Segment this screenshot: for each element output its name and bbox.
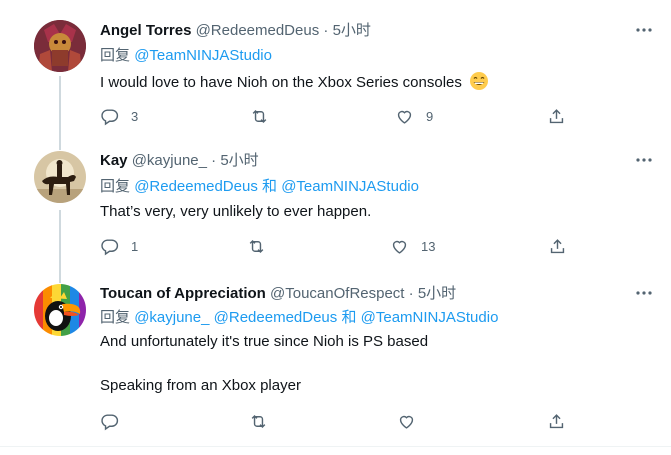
like-icon [397, 110, 412, 124]
reply-icon [101, 238, 119, 255]
tweet-header: Angel Torres @RedeemedDeus · 5小时 [100, 21, 371, 41]
thread-line [59, 76, 61, 140]
retweet-button[interactable] [250, 106, 281, 126]
tweet-divider [0, 446, 671, 447]
reply-icon [101, 108, 119, 125]
display-name[interactable]: Toucan of Appreciation [100, 285, 266, 302]
thread-line [59, 273, 61, 283]
tweet-3[interactable]: Toucan of Appreciation @ToucanOfRespect … [0, 273, 671, 445]
avatar[interactable] [34, 20, 86, 72]
avatar[interactable] [34, 151, 86, 203]
retweet-icon [252, 109, 267, 123]
like-button[interactable] [397, 411, 428, 431]
share-icon [549, 413, 564, 428]
separator-dot: · [408, 285, 414, 302]
reply-icon [101, 413, 119, 430]
more-icon[interactable] [635, 284, 653, 307]
reply-prefix: 回复 [100, 178, 131, 195]
display-name[interactable]: Angel Torres [100, 22, 191, 39]
tweet-1[interactable]: Angel Torres @RedeemedDeus · 5小时 回复 @Tea… [0, 0, 671, 140]
mention-link[interactable]: @RedeemedDeus [134, 178, 258, 195]
replying-to: 回复 @kayjune_ @RedeemedDeus 和 @TeamNINJAS… [100, 308, 498, 328]
like-count: 9 [426, 108, 434, 124]
timestamp[interactable]: 5小时 [333, 22, 371, 39]
more-icon[interactable] [635, 151, 653, 174]
like-count: 13 [421, 238, 436, 254]
reply-button[interactable] [100, 411, 131, 431]
timestamp[interactable]: 5小时 [418, 285, 456, 302]
timestamp[interactable]: 5小时 [220, 152, 258, 169]
user-handle[interactable]: @kayjune_ [132, 152, 207, 169]
user-handle[interactable]: @ToucanOfRespect [270, 285, 404, 302]
tweet-header: Kay @kayjune_ · 5小时 [100, 151, 259, 171]
share-button[interactable] [547, 411, 566, 431]
tweet-text: I would love to have Nioh on the Xbox Se… [100, 71, 489, 93]
retweet-icon [249, 239, 264, 253]
tweet-header: Toucan of Appreciation @ToucanOfRespect … [100, 284, 456, 304]
tweet-text: That’s very, very unlikely to ever happe… [100, 203, 372, 220]
mention-conjunction: 和 [262, 178, 278, 195]
reply-count: 1 [131, 238, 139, 254]
replying-to: 回复 @TeamNINJAStudio [100, 46, 272, 66]
reply-prefix: 回复 [100, 309, 131, 326]
reply-button[interactable]: 1 [100, 236, 138, 256]
share-button[interactable] [547, 106, 566, 126]
user-handle[interactable]: @RedeemedDeus [196, 22, 320, 39]
retweet-button[interactable] [247, 236, 278, 256]
separator-dot: · [211, 152, 217, 169]
retweet-icon [251, 414, 266, 428]
tweet-text: And unfortunately it's true since Nioh i… [100, 333, 429, 350]
mention-link[interactable]: @RedeemedDeus [214, 309, 338, 326]
share-icon [550, 238, 565, 253]
like-icon [392, 240, 407, 254]
share-icon [549, 108, 564, 123]
mention-link[interactable]: @TeamNINJAStudio [361, 309, 499, 326]
separator-dot: · [323, 22, 329, 39]
like-button[interactable]: 9 [395, 106, 433, 126]
thread-line [59, 210, 61, 273]
tweet-actions: 1 13 [100, 236, 580, 256]
replying-to: 回复 @RedeemedDeus 和 @TeamNINJAStudio [100, 177, 419, 197]
like-button[interactable]: 13 [390, 236, 435, 256]
reply-button[interactable]: 3 [100, 106, 138, 126]
like-icon [399, 415, 414, 429]
tweet-2[interactable]: Kay @kayjune_ · 5小时 回复 @RedeemedDeus 和 @… [0, 140, 671, 273]
mention-conjunction: 和 [341, 309, 357, 326]
tweet-actions: 3 9 [100, 106, 580, 126]
tweet-text-content: I would love to have Nioh on the Xbox Se… [100, 74, 462, 91]
avatar[interactable] [34, 284, 86, 336]
display-name[interactable]: Kay [100, 152, 128, 169]
mention-link[interactable]: @kayjune_ [134, 309, 209, 326]
grinning-face-emoji-icon [469, 71, 489, 91]
thread-line [59, 140, 61, 150]
tweet-text-line-2: Speaking from an Xbox player [100, 377, 301, 394]
reply-count: 3 [131, 108, 139, 124]
share-button[interactable] [548, 236, 567, 256]
tweet-actions [100, 411, 580, 431]
reply-prefix: 回复 [100, 47, 131, 64]
mention-link[interactable]: @TeamNINJAStudio [134, 47, 272, 64]
retweet-button[interactable] [249, 411, 280, 431]
more-icon[interactable] [635, 21, 653, 44]
mention-link[interactable]: @TeamNINJAStudio [281, 178, 419, 195]
